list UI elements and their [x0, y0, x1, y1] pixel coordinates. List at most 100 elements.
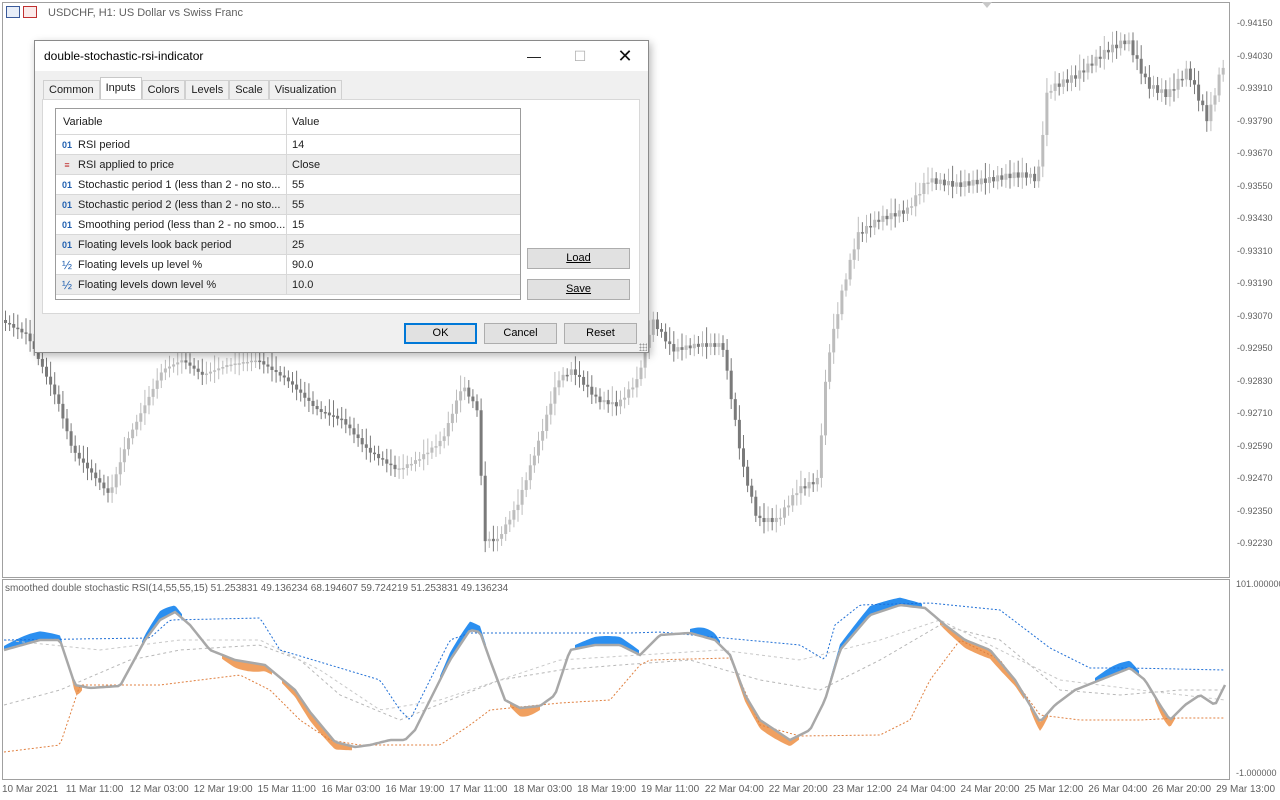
price-label: -0.93430: [1237, 213, 1273, 223]
candle-body: [4, 320, 7, 323]
candle-body: [8, 322, 12, 325]
candle-body: [409, 463, 413, 466]
candle-body: [1139, 58, 1143, 74]
ok-button[interactable]: OK: [404, 323, 477, 344]
tab-colors[interactable]: Colors: [141, 80, 186, 100]
candle-body: [766, 517, 770, 523]
candle-body: [787, 505, 791, 508]
chart-type-icon[interactable]: [6, 6, 20, 18]
reset-button[interactable]: Reset: [564, 323, 637, 344]
candle-body: [233, 363, 237, 366]
candle-body: [1156, 85, 1160, 93]
indicator-scale-min: -1.000000: [1236, 768, 1277, 778]
variable-value[interactable]: 14: [287, 135, 304, 154]
variable-value[interactable]: 90.0: [287, 255, 313, 274]
load-button[interactable]: Load: [527, 248, 630, 269]
candle-body: [631, 387, 635, 390]
grid-row[interactable]: ½ Floating levels down level % 10.0: [56, 275, 520, 295]
candle-body: [209, 371, 212, 374]
bullish-fill-area: [830, 597, 922, 684]
resize-grip-icon[interactable]: [639, 343, 647, 351]
candle-body: [1193, 80, 1196, 85]
column-header-variable[interactable]: Variable: [56, 109, 287, 134]
save-button[interactable]: Save: [527, 279, 630, 300]
candle-body: [532, 455, 536, 466]
grid-row[interactable]: 01 Stochastic period 2 (less than 2 - no …: [56, 195, 520, 215]
tab-inputs[interactable]: Inputs: [99, 77, 142, 99]
candle-body: [1020, 172, 1024, 178]
candle-body: [77, 452, 81, 459]
candle-body: [541, 430, 545, 441]
column-header-value[interactable]: Value: [287, 109, 319, 134]
candle-body: [311, 400, 315, 406]
minimize-button[interactable]: —: [511, 41, 557, 71]
candle-body: [20, 328, 24, 333]
variable-value[interactable]: Close: [287, 155, 320, 174]
candle-body: [623, 397, 627, 400]
candle-body: [959, 182, 963, 187]
candle-body: [229, 364, 233, 367]
candle-body: [1000, 175, 1004, 180]
candle-body: [770, 517, 774, 523]
candle-body: [824, 381, 827, 436]
candle-body: [1123, 40, 1127, 45]
time-label: 15 Mar 11:00: [257, 784, 316, 795]
candle-body: [582, 376, 586, 385]
candle-body: [983, 178, 987, 183]
grid-row[interactable]: ½ Floating levels up level % 90.0: [56, 255, 520, 275]
candle-body: [942, 179, 946, 186]
inputs-tab-panel: Variable Value 01 RSI period 14 ≡ RSI appl…: [42, 99, 640, 314]
grid-row[interactable]: ≡ RSI applied to price Close: [56, 155, 520, 175]
candle-body: [619, 399, 622, 407]
time-label: 16 Mar 03:00: [321, 784, 381, 795]
time-label: 18 Mar 03:00: [513, 784, 573, 795]
candle-body: [672, 344, 676, 352]
floating-down-level-line: [3, 639, 1225, 753]
candle-body: [840, 290, 844, 315]
variable-value[interactable]: 55: [287, 195, 304, 214]
enum-type-icon: ≡: [64, 159, 70, 170]
variable-name: Smoothing period (less than 2 - no smoo.…: [78, 218, 286, 231]
candle-body: [856, 232, 860, 250]
candle-body: [1160, 89, 1164, 93]
price-label: -0.93790: [1237, 115, 1273, 126]
candle-body: [49, 376, 53, 385]
tab-scale[interactable]: Scale: [229, 80, 269, 100]
candle-body: [397, 468, 401, 470]
candle-body: [815, 477, 819, 485]
candle-body: [418, 459, 422, 461]
grid-row[interactable]: 01 RSI period 14: [56, 135, 520, 155]
candle-body: [791, 495, 795, 506]
candle-body: [127, 438, 130, 450]
chart-window-icon[interactable]: [23, 6, 37, 18]
tab-levels[interactable]: Levels: [185, 80, 230, 100]
variable-value[interactable]: 25: [287, 235, 304, 254]
candle-body: [1152, 85, 1155, 89]
time-label: 19 Mar 11:00: [641, 784, 700, 795]
price-label: -0.92830: [1237, 375, 1273, 386]
candle-body: [524, 480, 528, 490]
variable-value[interactable]: 10.0: [287, 275, 313, 294]
maximize-button[interactable]: ☐: [557, 41, 603, 71]
dialog-titlebar[interactable]: double-stochastic-rsi-indicator — ☐ ✕: [35, 41, 648, 71]
grid-row[interactable]: 01 Stochastic period 1 (less than 2 - no …: [56, 175, 520, 195]
candle-body: [467, 387, 471, 397]
variable-value[interactable]: 15: [287, 215, 304, 234]
price-label: -0.92230: [1237, 538, 1273, 548]
candle-body: [996, 175, 1000, 182]
double-type-icon: ½: [61, 277, 72, 292]
variable-value[interactable]: 55: [287, 175, 304, 194]
candle-body: [483, 475, 487, 542]
tab-common[interactable]: Common: [43, 80, 100, 100]
candle-body: [1115, 44, 1119, 49]
tab-visualization[interactable]: Visualization: [268, 80, 343, 100]
grid-row[interactable]: 01 Floating levels look back period 25: [56, 235, 520, 255]
close-button[interactable]: ✕: [602, 41, 648, 71]
candle-body: [282, 375, 286, 378]
price-label: -0.92590: [1237, 440, 1273, 451]
candle-body: [184, 360, 188, 363]
cancel-button[interactable]: Cancel: [484, 323, 557, 344]
price-label: -0.93070: [1237, 310, 1273, 321]
time-label: 25 Mar 12:00: [1024, 784, 1084, 795]
grid-row[interactable]: 01 Smoothing period (less than 2 - no smo…: [56, 215, 520, 235]
